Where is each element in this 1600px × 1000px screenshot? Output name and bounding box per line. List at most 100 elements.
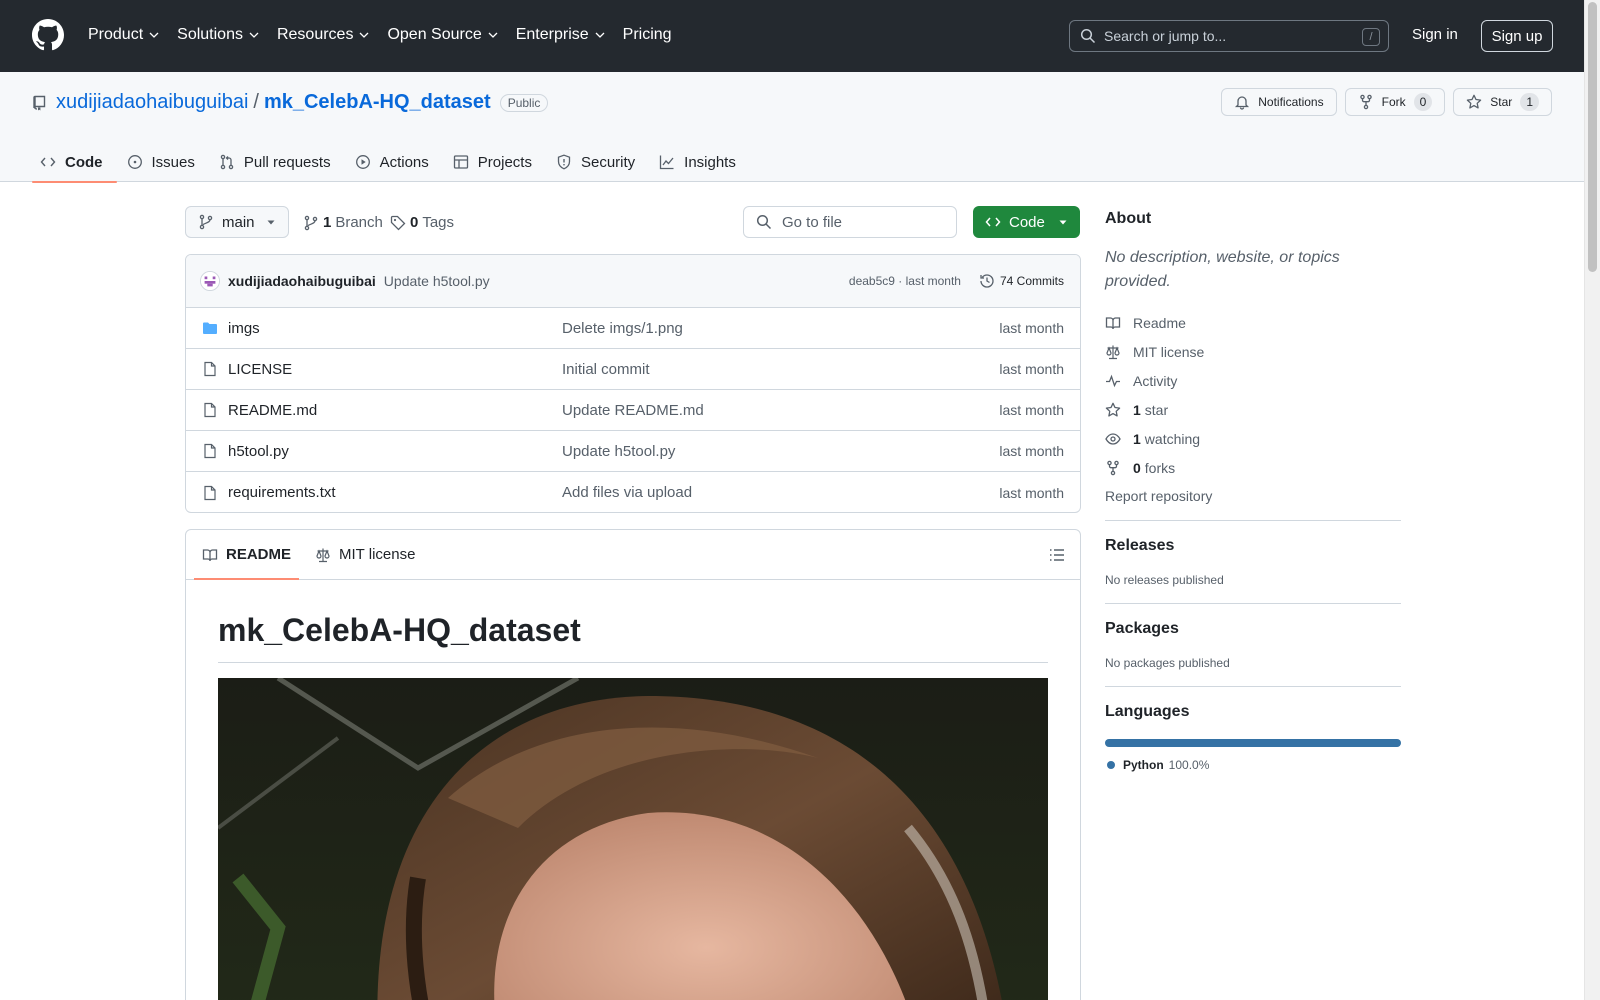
- branch-name: main: [222, 213, 255, 231]
- file-row[interactable]: LICENSE Initial commit last month: [186, 349, 1080, 390]
- watching-count: 1: [1133, 430, 1141, 447]
- commits-link[interactable]: 74 Commits: [1000, 274, 1064, 288]
- nav-pricing[interactable]: Pricing: [615, 20, 680, 50]
- code-dropdown-button[interactable]: Code: [973, 206, 1080, 238]
- fork-count: 0: [1413, 93, 1433, 111]
- forks-link[interactable]: 0 forks: [1105, 453, 1401, 482]
- global-header: Product Solutions Resources Open Source …: [0, 0, 1584, 72]
- book-icon: [202, 548, 218, 561]
- nav-solutions[interactable]: Solutions: [169, 20, 268, 50]
- latest-commit-bar: xudijiadaohaibuguibai Update h5tool.py d…: [186, 255, 1080, 308]
- eye-icon: [1105, 432, 1121, 445]
- nav-open-source[interactable]: Open Source: [379, 20, 506, 50]
- star-button[interactable]: Star 1: [1453, 88, 1552, 116]
- branch-selector[interactable]: main: [185, 206, 289, 238]
- commit-message-link[interactable]: Update h5tool.py: [384, 273, 490, 289]
- fork-button[interactable]: Fork 0: [1344, 88, 1446, 116]
- link-label: forks: [1144, 459, 1176, 476]
- file-commit-message[interactable]: Add files via upload: [562, 484, 692, 501]
- github-logo-icon[interactable]: [32, 19, 64, 51]
- tab-code[interactable]: Code: [32, 142, 117, 183]
- packages-heading[interactable]: Packages: [1105, 620, 1401, 638]
- branch-label: Branch: [335, 214, 383, 231]
- table-of-contents-icon[interactable]: [1048, 546, 1066, 564]
- license-link[interactable]: MIT license: [1105, 337, 1401, 366]
- file-row[interactable]: h5tool.py Update h5tool.py last month: [186, 431, 1080, 472]
- notifications-button[interactable]: Notifications: [1221, 88, 1337, 116]
- page-scrollbar[interactable]: [1584, 0, 1600, 1000]
- tab-issues[interactable]: Issues: [119, 142, 209, 182]
- notifications-label: Notifications: [1258, 95, 1324, 109]
- about-links: Readme MIT license Activity 1 star 1 wat…: [1105, 308, 1401, 482]
- repo-actions: Notifications Fork 0 Star 1: [1221, 88, 1552, 116]
- file-name-link[interactable]: LICENSE: [228, 361, 562, 378]
- repo-name-link[interactable]: mk_CelebA-HQ_dataset: [264, 91, 491, 114]
- repo-header: xudijiadaohaibuguibai / mk_CelebA-HQ_dat…: [0, 72, 1584, 183]
- sign-in-link[interactable]: Sign in: [1412, 26, 1458, 43]
- chevron-down-icon: [149, 32, 159, 38]
- top-nav: Product Solutions Resources Open Source …: [80, 20, 681, 50]
- search-icon: [756, 214, 772, 230]
- tab-license[interactable]: MIT license: [307, 531, 423, 579]
- sign-up-button[interactable]: Sign up: [1481, 20, 1553, 52]
- commit-author-link[interactable]: xudijiadaohaibuguibai: [228, 273, 376, 289]
- tab-label: Code: [65, 153, 103, 171]
- file-icon: [204, 443, 216, 459]
- tab-pull-requests[interactable]: Pull requests: [211, 142, 345, 182]
- file-row[interactable]: README.md Update README.md last month: [186, 390, 1080, 431]
- tag-label: Tags: [422, 214, 455, 231]
- tags-link[interactable]: 0 Tags: [390, 214, 454, 231]
- tab-readme[interactable]: README: [194, 531, 300, 580]
- file-commit-message[interactable]: Initial commit: [562, 361, 650, 378]
- language-color-dot: [1107, 761, 1115, 769]
- scrollbar-thumb[interactable]: [1588, 2, 1597, 272]
- readme-link[interactable]: Readme: [1105, 308, 1401, 337]
- folder-icon: [203, 322, 217, 334]
- tab-label: README: [226, 546, 292, 563]
- chevron-down-icon: [488, 32, 498, 38]
- commit-hash-time[interactable]: deab5c9 · last month: [849, 274, 961, 288]
- nav-resources[interactable]: Resources: [269, 20, 378, 50]
- report-repository-link[interactable]: Report repository: [1105, 488, 1401, 504]
- table-icon: [453, 155, 468, 169]
- search-icon: [1080, 28, 1096, 44]
- file-row[interactable]: imgs Delete imgs/1.png last month: [186, 308, 1080, 349]
- go-to-file-placeholder: Go to file: [782, 213, 843, 231]
- tab-projects[interactable]: Projects: [445, 142, 546, 182]
- file-name-link[interactable]: README.md: [228, 402, 562, 419]
- tab-actions[interactable]: Actions: [347, 142, 443, 182]
- author-avatar[interactable]: [200, 271, 220, 291]
- tab-label: Insights: [684, 153, 736, 171]
- nav-product[interactable]: Product: [80, 20, 168, 50]
- file-commit-message[interactable]: Delete imgs/1.png: [562, 320, 683, 337]
- nav-enterprise[interactable]: Enterprise: [508, 20, 614, 50]
- stars-link[interactable]: 1 star: [1105, 395, 1401, 424]
- repo-owner-link[interactable]: xudijiadaohaibuguibai: [56, 91, 248, 114]
- commit-meta: deab5c9 · last month 74 Commits: [849, 273, 1064, 289]
- releases-heading[interactable]: Releases: [1105, 537, 1401, 555]
- file-commit-message[interactable]: Update README.md: [562, 402, 704, 419]
- git-branch-icon: [199, 214, 213, 230]
- chevron-down-icon: [595, 32, 605, 38]
- activity-link[interactable]: Activity: [1105, 366, 1401, 395]
- go-to-file-input[interactable]: Go to file: [743, 206, 957, 238]
- global-search-input[interactable]: Search or jump to... /: [1069, 20, 1389, 52]
- branches-link[interactable]: 1 Branch: [303, 214, 383, 231]
- file-commit-message[interactable]: Update h5tool.py: [562, 443, 675, 460]
- tab-insights[interactable]: Insights: [651, 142, 750, 182]
- link-label: Readme: [1133, 314, 1186, 331]
- watchers-link[interactable]: 1 watching: [1105, 424, 1401, 453]
- file-name-link[interactable]: h5tool.py: [228, 443, 562, 460]
- search-shortcut-key: /: [1362, 28, 1380, 46]
- file-row[interactable]: requirements.txt Add files via upload la…: [186, 472, 1080, 512]
- file-name-link[interactable]: requirements.txt: [228, 484, 562, 501]
- file-icon: [204, 361, 216, 377]
- language-item[interactable]: Python 100.0%: [1105, 758, 1401, 772]
- file-icon: [204, 485, 216, 500]
- readme-face-image: [218, 678, 1048, 1000]
- file-name-link[interactable]: imgs: [228, 320, 562, 337]
- tab-security[interactable]: Security: [548, 142, 649, 182]
- language-name: Python: [1123, 758, 1164, 772]
- branch-count: 1: [323, 214, 332, 231]
- link-label: Activity: [1133, 372, 1178, 389]
